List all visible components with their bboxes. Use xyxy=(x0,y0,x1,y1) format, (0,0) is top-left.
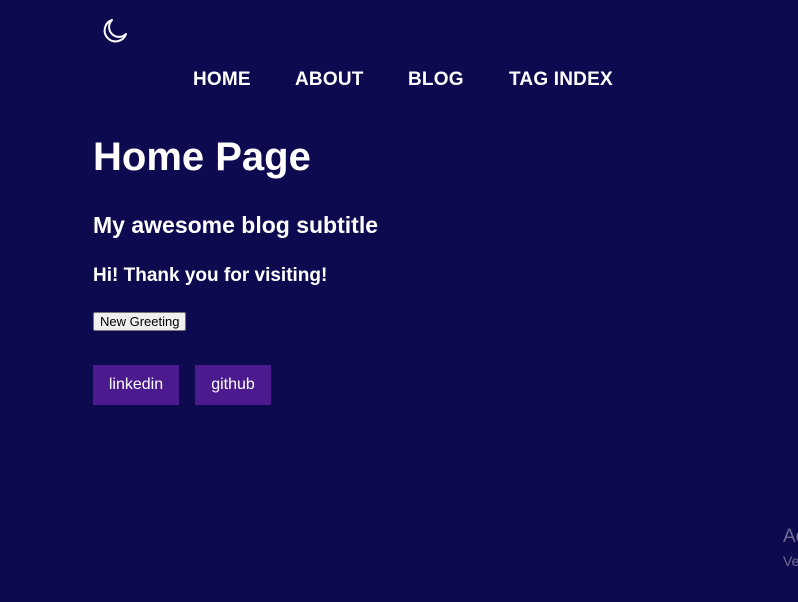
activation-watermark: Ac Ve xyxy=(783,526,798,570)
nav-item-home[interactable]: HOME xyxy=(193,69,251,91)
linkedin-button[interactable]: linkedin xyxy=(93,365,179,405)
nav-item-blog[interactable]: BLOG xyxy=(408,69,464,91)
page-subtitle: My awesome blog subtitle xyxy=(93,212,378,238)
watermark-line-2: Ve xyxy=(783,553,798,569)
theme-toggle-button[interactable] xyxy=(100,17,128,45)
github-button[interactable]: github xyxy=(195,365,271,405)
nav-item-tag-index[interactable]: TAG INDEX xyxy=(509,69,613,91)
main-nav: HOME ABOUT BLOG TAG INDEX xyxy=(0,69,798,93)
new-greeting-button[interactable]: New Greeting xyxy=(93,312,187,331)
page-title: Home Page xyxy=(93,135,311,179)
greeting-text: Hi! Thank you for visiting! xyxy=(93,265,328,286)
moon-icon xyxy=(100,17,128,45)
watermark-line-1: Ac xyxy=(783,526,798,547)
nav-item-about[interactable]: ABOUT xyxy=(295,69,364,91)
